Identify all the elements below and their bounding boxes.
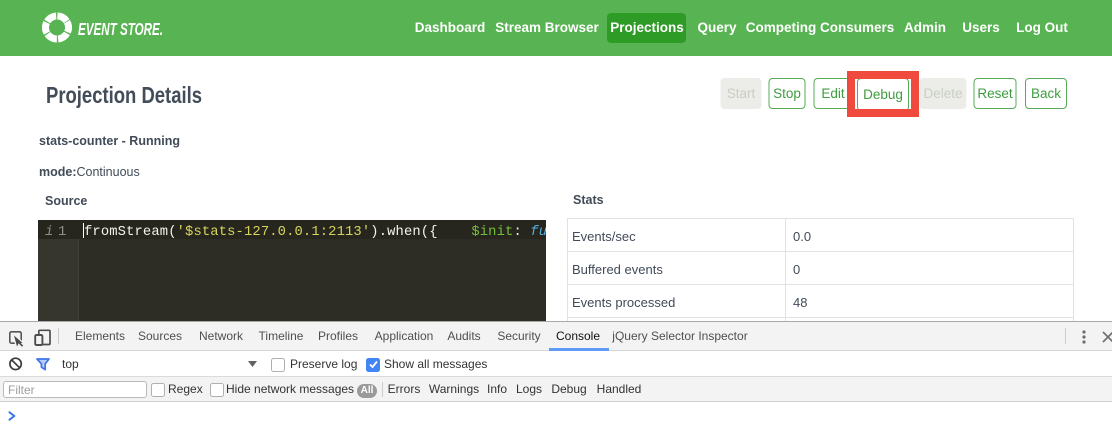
svg-text:EVENT STORE.: EVENT STORE. [78, 19, 163, 39]
